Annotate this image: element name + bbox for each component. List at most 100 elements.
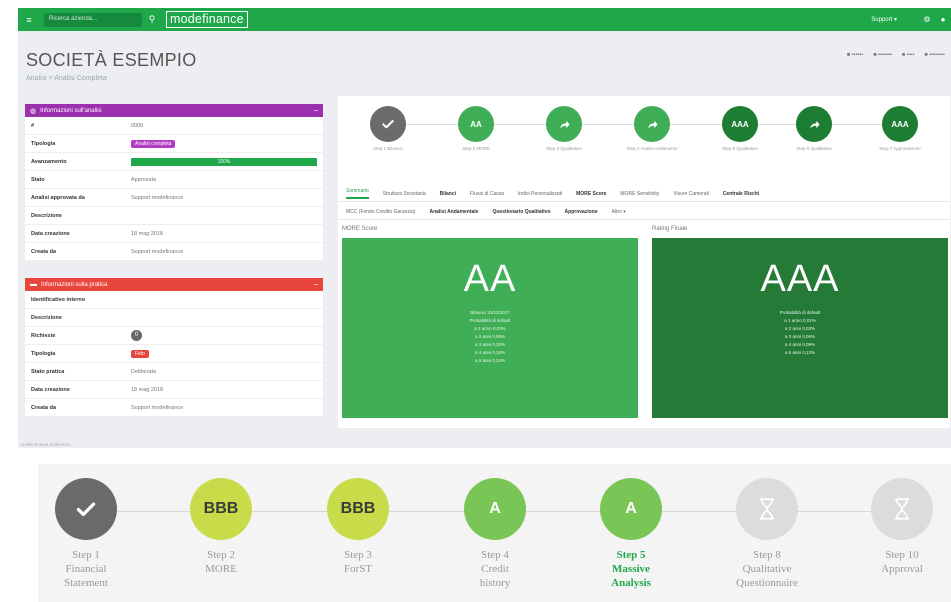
mini-step[interactable]: Step 6 Qualitativo [784,106,844,152]
progress-bar: 100% [131,157,317,166]
gear-icon[interactable]: ⚙ [919,15,935,24]
analysis-content: Step 1 Bilancio AA Step 2 MORE Step 3 Quali… [338,96,950,428]
tab[interactable]: Sommario [346,188,369,199]
score-line: Probabilità di default [779,310,821,315]
info-row: Stato pratica Deliberata [25,363,323,381]
user-menu[interactable]: Support ▾ [871,16,897,23]
step-label: Step 1 Financial Statement [31,548,141,590]
mini-step[interactable]: AAA Step 5 Qualitativo [710,106,770,152]
step-5[interactable]: A Step 5 Massive Analysis [576,478,686,590]
step-label-line: Questionnaire [736,577,798,589]
mini-step[interactable]: AA Step 2 MORE [446,106,506,152]
chart-icon: ◍ [30,107,37,115]
mini-step[interactable]: Step 4 Analisi Andamento [622,106,682,152]
menu-icon[interactable]: ≡ [18,15,40,25]
score-line: a 5 anni 0,13% [784,350,816,355]
tab[interactable]: MORE Sensitivity [620,191,659,197]
type-badge: Fido [131,349,149,358]
score-grade: AA [463,258,517,300]
action-link[interactable]: ■ ▪▪▪▪▪▪▪ [873,52,892,58]
search-icon[interactable]: ⚲ [144,14,160,25]
mini-step[interactable]: Step 3 Qualitativo [534,106,594,152]
step-label: Step 10 Approval [847,548,951,590]
row-key: Stato [31,176,45,183]
tab[interactable]: Bilanci [440,191,456,197]
breadcrumb: Analisi > Analisi Completa [26,75,107,82]
step-label-line: Statement [64,577,108,589]
tabs-row-2: MCC (Fondo Credito Garanzia) Analisi Anda… [338,204,950,220]
info-row: Data creazione 18 mag 2018 [25,225,323,243]
step-label-line: MORE [205,563,237,575]
page-title: SOCIETÀ ESEMPIO [26,50,197,70]
step-label-line: Credit [481,563,509,575]
mini-step-label: Step 4 Analisi Andamento [626,146,678,151]
type-badge: Analisi completa [131,139,176,148]
row-key: Data creazione [31,386,70,393]
step-label-line: Approval [881,563,923,575]
card-title: Rating Finale [652,226,688,232]
logo[interactable]: modefinance [166,11,248,28]
row-value: Approvata [131,176,157,183]
row-key: Creata da [31,248,57,255]
page-actions: ■ ▪▪▪▪▪▪ ■ ▪▪▪▪▪▪▪ ■ ▪▪▪▪ ■ ▪▪▪▪▪▪▪▪ [847,52,945,58]
step-label-line: Step 10 [885,549,919,561]
tab[interactable]: Flussi di Cassa [470,191,504,197]
info-row: Creata da Support modefinance [25,243,323,261]
step-6[interactable]: Step 8 Qualitative Questionnaire [712,478,822,590]
action-link[interactable]: ■ ▪▪▪▪▪▪ [847,52,864,58]
tab[interactable]: Visure Camerali [673,191,708,197]
share-icon [546,106,582,142]
mini-step-label: Step 5 Qualitativo [722,146,758,151]
collapse-icon[interactable]: − [313,106,318,115]
row-value: 18 mag 2018 [131,230,164,237]
tab[interactable]: Struttura Societaria [383,191,426,197]
row-key: Avanzamento [31,158,67,165]
tab[interactable]: Centrale Rischi [723,191,759,197]
tab[interactable]: Questionario Qualitativo [492,209,550,215]
action-link[interactable]: ■ ▪▪▪▪▪▪▪▪ [925,52,945,58]
step-grade: A [464,478,526,540]
mini-step[interactable]: Step 1 Bilancio [358,106,418,152]
step-1[interactable]: Step 1 Financial Statement [31,478,141,590]
row-key: Tipologia [31,350,56,357]
step-2[interactable]: BBB Step 2 MORE [166,478,276,590]
row-key: Creata da [31,404,57,411]
step-label: Step 8 Qualitative Questionnaire [712,548,822,590]
info-row: Creata da Support modefinance [25,399,323,417]
row-key: Tipologia [31,140,56,147]
step-label-line: Step 1 [72,549,100,561]
info-row: Descrizione [25,207,323,225]
tab[interactable]: Analisi Andamentale [429,209,478,215]
step-label: Step 3 ForST [303,548,413,590]
tab[interactable]: Indici Personalizzati [518,191,562,197]
row-value: Support modefinance [131,404,184,411]
mini-step[interactable]: AAA Step 7 Approvazione [870,106,930,152]
workflow-stepper: Step 1 Financial Statement BBB Step 2 MORE BB… [38,464,951,602]
search-input[interactable]: Ricerca azienda... [44,12,142,27]
score-line: a 3 anni 0,06% [784,334,816,339]
panel-title: Informazioni sulla pratica [41,281,108,288]
info-row: Analisi approvata da Support modefinance [25,189,323,207]
hourglass-icon [871,478,933,540]
tab[interactable]: MCC (Fondo Credito Garanzia) [346,209,415,215]
row-key: Data creazione [31,230,70,237]
collapse-icon[interactable]: − [313,280,318,289]
tab[interactable]: MORE Score [576,191,606,197]
more-score-card: MORE Score AA Bilancio 31/12/2017 Probabi… [342,226,638,418]
step-4[interactable]: A Step 4 Credit history [440,478,550,590]
mini-step-circle: AA [458,106,494,142]
user-icon[interactable]: ● [935,15,951,24]
step-3[interactable]: BBB Step 3 ForST [303,478,413,590]
step-grade: BBB [190,478,252,540]
tab[interactable]: Altro ▾ [612,209,626,215]
action-link[interactable]: ■ ▪▪▪▪ [902,52,915,58]
step-label-line: history [479,577,511,589]
count-badge: 0 [131,330,142,341]
mini-step-label: Step 7 Approvazione [879,146,921,151]
tab[interactable]: Approvazione [565,209,598,215]
score-line: a 5 anni 0,24% [474,358,506,363]
step-7[interactable]: Step 10 Approval [847,478,951,590]
hourglass-icon [736,478,798,540]
step-label-line: Step 5 [616,549,646,561]
score-line: a 3 anni 0,10% [474,342,506,347]
